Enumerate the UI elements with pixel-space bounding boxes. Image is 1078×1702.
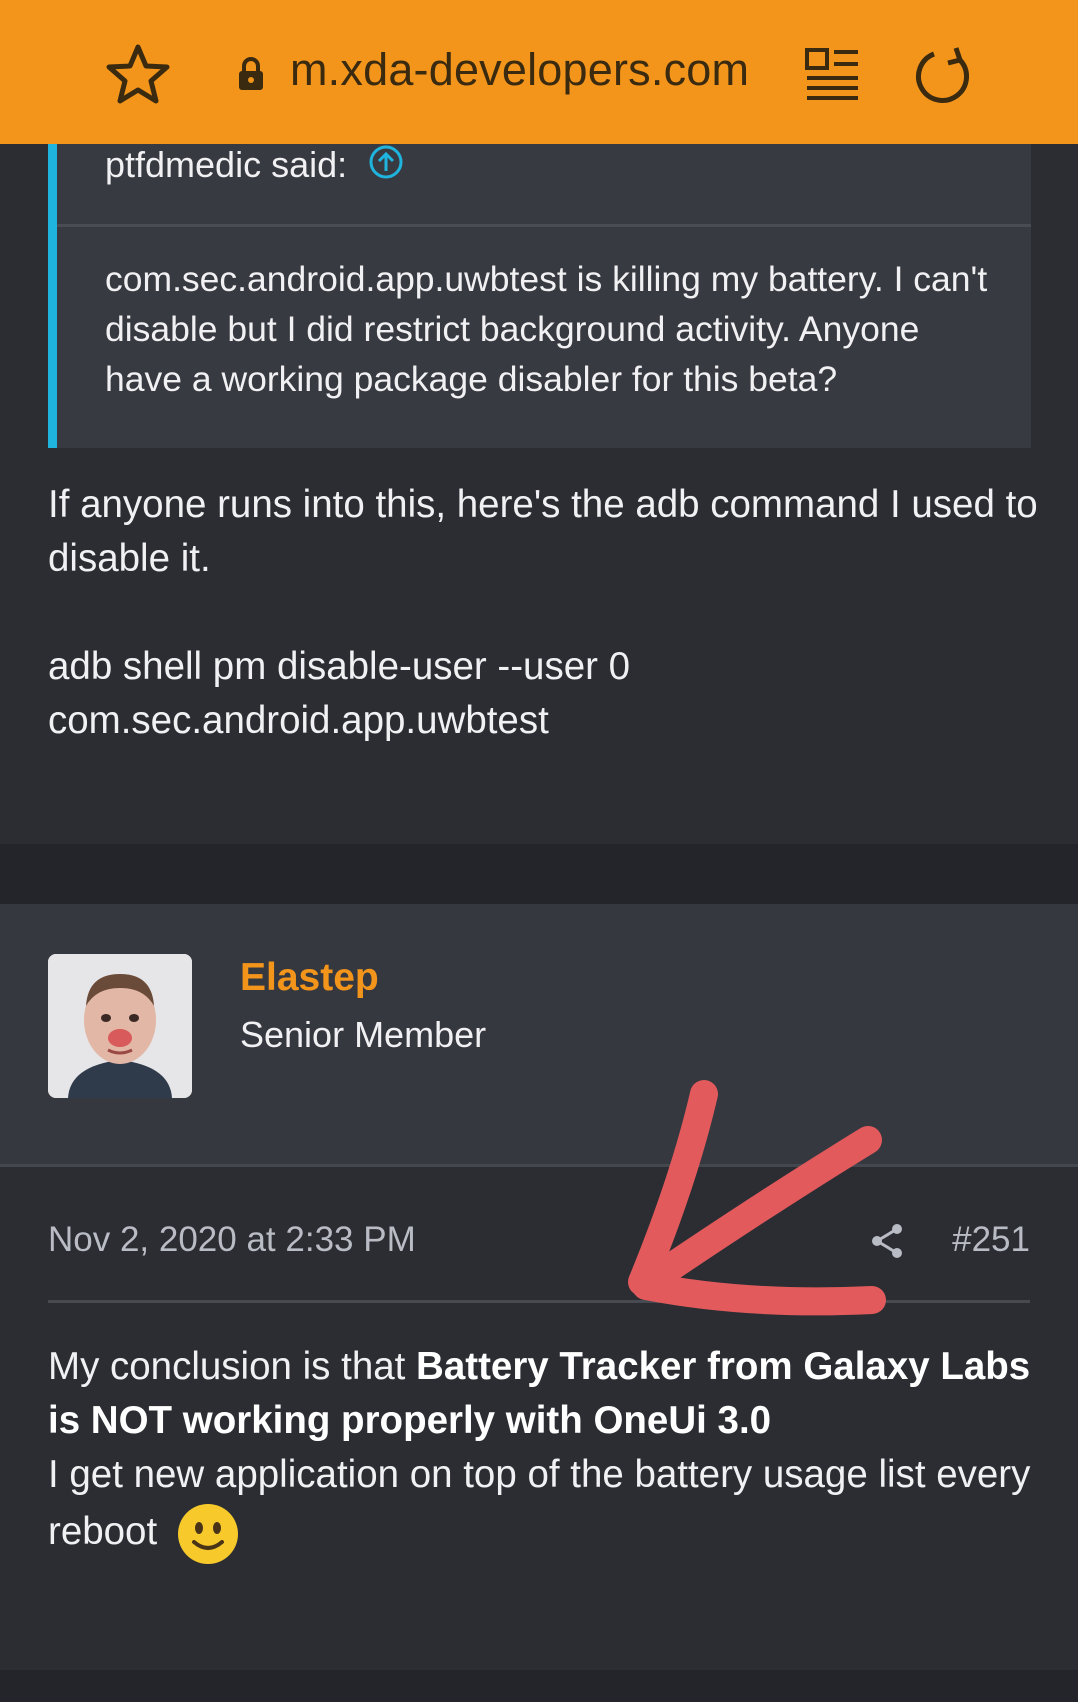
adb-command: adb shell pm disable-user --user 0 com.s… xyxy=(48,645,631,742)
avatar[interactable] xyxy=(48,954,192,1098)
post-paragraph: If anyone runs into this, here's the adb… xyxy=(48,483,1038,580)
url-bar[interactable]: m.xda-developers.com xyxy=(290,44,749,96)
lock-icon xyxy=(239,57,263,90)
quote-author: ptfdmedic said: xyxy=(105,144,348,185)
avatar-image xyxy=(48,954,192,1098)
post-body-intro: My conclusion is that xyxy=(48,1345,417,1388)
quote-divider xyxy=(57,224,1031,227)
bottom-strip xyxy=(0,1670,1078,1702)
post-number-link[interactable]: #251 xyxy=(952,1220,1030,1260)
quote-bar xyxy=(48,144,57,448)
post-body: My conclusion is that Battery Tracker fr… xyxy=(48,1340,1038,1566)
arrow-up-circle-icon[interactable] xyxy=(368,144,404,180)
post-date[interactable]: Nov 2, 2020 at 2:33 PM xyxy=(48,1220,416,1260)
post-separator xyxy=(0,844,1078,904)
quote-block: ptfdmedic said: com.sec.android.app.uwbt… xyxy=(48,144,1031,448)
smiley-emoji-icon xyxy=(177,1504,238,1564)
browser-toolbar: m.xda-developers.com xyxy=(0,0,1078,144)
annotation-arrow-icon xyxy=(628,1080,886,1316)
reader-mode-icon[interactable] xyxy=(804,46,860,102)
star-icon[interactable] xyxy=(106,44,170,104)
quote-text: com.sec.android.app.uwbtest is killing m… xyxy=(105,259,988,399)
reload-icon[interactable] xyxy=(912,44,972,104)
user-title: Senior Member xyxy=(240,1014,487,1055)
username-link[interactable]: Elastep xyxy=(240,956,379,1000)
